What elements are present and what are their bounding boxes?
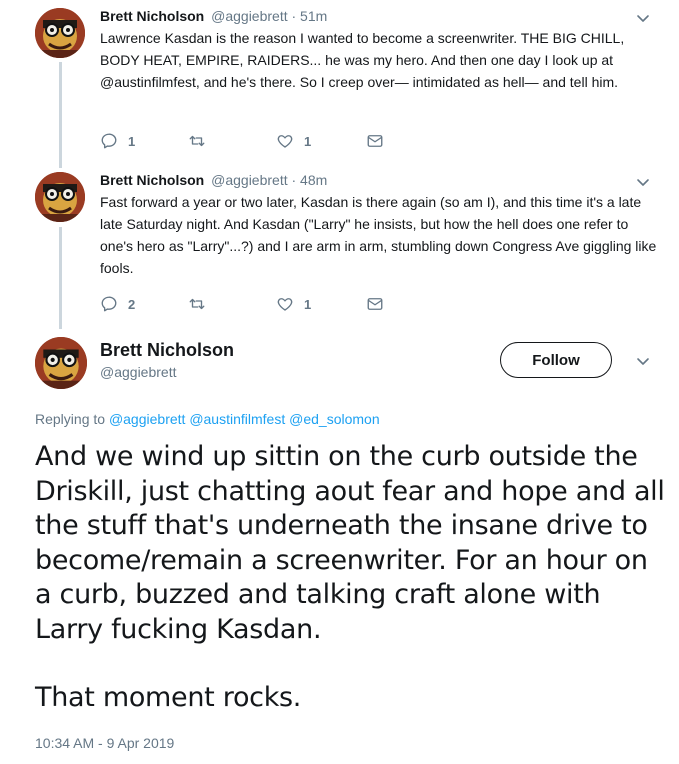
- retweet-icon: [188, 295, 206, 313]
- tweet-actions: 2 1: [100, 294, 400, 314]
- avatar[interactable]: [35, 172, 85, 222]
- message-icon: [366, 295, 384, 313]
- message-button[interactable]: [366, 294, 384, 314]
- tweet-paragraph: And we wind up sittin on the curb outsid…: [35, 441, 665, 645]
- reply-button[interactable]: 1: [100, 131, 135, 151]
- like-count: 1: [304, 296, 312, 312]
- like-icon: [276, 295, 294, 313]
- like-button[interactable]: 1: [276, 131, 311, 151]
- chevron-down-icon[interactable]: [635, 10, 651, 26]
- tweet-time[interactable]: · 51m: [292, 8, 328, 24]
- mention-link[interactable]: @austinfilmfest: [189, 411, 285, 427]
- reply-count: 2: [128, 296, 136, 312]
- reply-count: 1: [128, 133, 136, 149]
- message-button[interactable]: [366, 131, 384, 151]
- tweet-paragraph: That moment rocks.: [35, 682, 302, 713]
- tweet-time[interactable]: · 48m: [292, 172, 328, 188]
- thread-line: [59, 62, 62, 168]
- chevron-down-icon[interactable]: [635, 174, 651, 190]
- reply-button[interactable]: 2: [100, 294, 135, 314]
- mention-link[interactable]: @aggiebrett: [109, 411, 185, 427]
- main-tweet-text: And we wind up sittin on the curb outsid…: [35, 440, 665, 716]
- tweet-actions: 1 1: [100, 131, 400, 151]
- like-count: 1: [304, 133, 312, 149]
- retweet-button[interactable]: [188, 294, 206, 314]
- tweet-text: Lawrence Kasdan is the reason I wanted t…: [100, 30, 625, 90]
- like-icon: [276, 132, 294, 150]
- author-handle[interactable]: @aggiebrett: [100, 364, 176, 380]
- reply-icon: [100, 132, 118, 150]
- author-name[interactable]: Brett Nicholson: [100, 8, 204, 24]
- author-handle[interactable]: @aggiebrett: [211, 172, 287, 188]
- thread-line: [59, 227, 62, 329]
- follow-button[interactable]: Follow: [500, 342, 612, 378]
- chevron-down-icon[interactable]: [635, 353, 651, 369]
- replying-prefix: Replying to: [35, 411, 106, 427]
- avatar[interactable]: [35, 337, 87, 389]
- avatar[interactable]: [35, 8, 85, 58]
- reply-icon: [100, 295, 118, 313]
- mention-link[interactable]: @ed_solomon: [289, 411, 380, 427]
- like-button[interactable]: 1: [276, 294, 311, 314]
- retweet-icon: [188, 132, 206, 150]
- retweet-button[interactable]: [188, 131, 206, 151]
- replying-to: Replying to @aggiebrett @austinfilmfest …: [35, 411, 380, 427]
- tweet-text: Fast forward a year or two later, Kasdan…: [100, 194, 657, 276]
- author-handle[interactable]: @aggiebrett: [211, 8, 287, 24]
- tweet-timestamp[interactable]: 10:34 AM - 9 Apr 2019: [35, 735, 174, 751]
- author-name[interactable]: Brett Nicholson: [100, 340, 234, 361]
- tweet-header: Brett Nicholson @aggiebrett · 51m: [100, 7, 327, 25]
- author-name[interactable]: Brett Nicholson: [100, 172, 204, 188]
- message-icon: [366, 132, 384, 150]
- tweet-header: Brett Nicholson @aggiebrett · 48m: [100, 171, 327, 189]
